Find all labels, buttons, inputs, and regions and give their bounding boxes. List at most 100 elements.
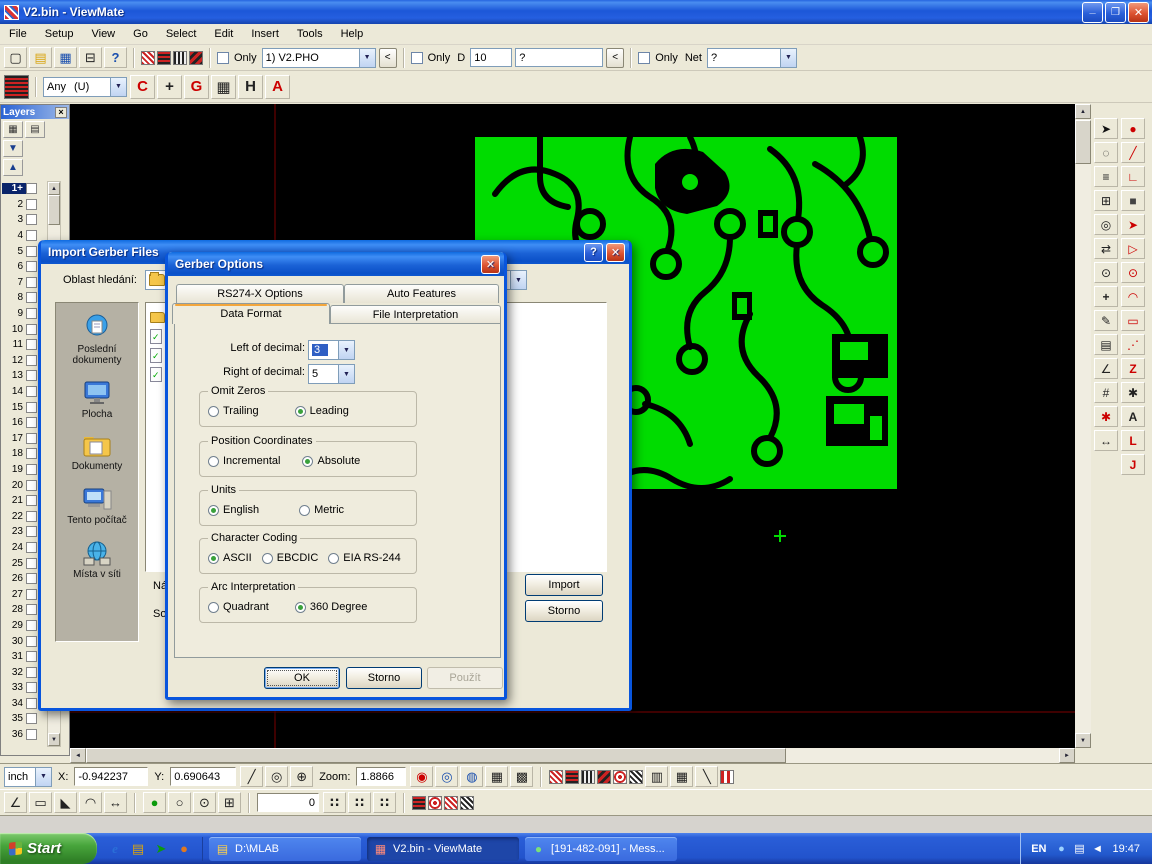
arrow-icon[interactable]: ➤ xyxy=(1121,214,1145,235)
arc-icon[interactable]: ◠ xyxy=(1121,286,1145,307)
gerber-close-button[interactable] xyxy=(481,255,500,274)
grid-icon[interactable]: ▦ xyxy=(211,75,236,99)
language-indicator[interactable]: EN xyxy=(1031,843,1046,855)
layer-visibility-box[interactable] xyxy=(26,604,37,615)
len-icon[interactable]: ↔ xyxy=(104,792,127,813)
task-messenger[interactable]: [191-482-091] - Mess... xyxy=(525,837,677,861)
layer-visibility-box[interactable] xyxy=(26,480,37,491)
title-bar[interactable]: V2.bin - ViewMate xyxy=(0,0,1152,24)
radio-eia-rs244[interactable]: EIA RS-244 xyxy=(328,552,400,564)
start-button[interactable]: Start xyxy=(0,833,97,864)
layer-visibility-box[interactable] xyxy=(26,464,37,475)
layers-close-icon[interactable] xyxy=(55,107,67,118)
only-layer-checkbox[interactable] xyxy=(217,52,229,64)
stack-icon[interactable]: ≡ xyxy=(1094,166,1118,187)
layer-visibility-box[interactable] xyxy=(26,199,37,210)
flip-icon[interactable]: ⇄ xyxy=(1094,238,1118,259)
layer-visibility-box[interactable] xyxy=(26,526,37,537)
go-icon[interactable]: ➤ xyxy=(151,839,171,859)
menu-edit[interactable]: Edit xyxy=(205,26,242,42)
radio-trailing[interactable]: Trailing xyxy=(208,405,259,417)
layer-visibility-box[interactable] xyxy=(26,246,37,257)
meas-icon[interactable]: ∠ xyxy=(1094,358,1118,379)
gear-icon[interactable]: ✱ xyxy=(1121,382,1145,403)
menu-help[interactable]: Help xyxy=(332,26,373,42)
layer-visibility-box[interactable] xyxy=(26,214,37,225)
sel-d-icon[interactable] xyxy=(189,51,203,65)
layer-visibility-box[interactable] xyxy=(26,324,37,335)
grid-4-icon[interactable]: ▦ xyxy=(670,766,693,787)
layer-row[interactable]: 3 xyxy=(2,212,46,228)
layer-move-down-icon[interactable] xyxy=(3,140,23,157)
scroll-right-icon[interactable] xyxy=(1059,748,1075,763)
origin-icon[interactable]: ⊕ xyxy=(290,766,313,787)
radio-incremental[interactable]: Incremental xyxy=(208,455,280,467)
place-my-computer[interactable]: Tento počítač xyxy=(58,486,136,526)
ok-button[interactable]: OK xyxy=(264,667,340,689)
sel-e-icon[interactable] xyxy=(4,75,29,99)
dropdown-arrow-icon[interactable] xyxy=(338,365,354,383)
dropdown-arrow-icon[interactable] xyxy=(35,768,51,786)
hook-icon[interactable]: J xyxy=(1121,454,1145,475)
dcode-query-input[interactable]: ? xyxy=(515,48,603,67)
pan-icon[interactable]: + xyxy=(1094,286,1118,307)
layer-table-icon[interactable] xyxy=(3,121,23,138)
pat-1-icon[interactable] xyxy=(444,796,458,810)
radio-absolute[interactable]: Absolute xyxy=(302,455,360,467)
layer-row[interactable]: 2 xyxy=(2,197,46,213)
layer-visibility-box[interactable] xyxy=(26,433,37,444)
layer-visibility-box[interactable] xyxy=(26,261,37,272)
place-desktop[interactable]: Plocha xyxy=(58,380,136,420)
canvas-vertical-scrollbar[interactable] xyxy=(1075,104,1091,748)
task-mlab[interactable]: D:\MLAB xyxy=(209,837,361,861)
layer-visibility-box[interactable] xyxy=(26,402,37,413)
layer-visibility-box[interactable] xyxy=(26,292,37,303)
layer-visibility-box[interactable] xyxy=(26,511,37,522)
tri-icon[interactable]: ▷ xyxy=(1121,238,1145,259)
import-button[interactable]: Import xyxy=(525,574,603,596)
gerber-dialog-titlebar[interactable]: Gerber Options xyxy=(168,252,504,276)
layer-row[interactable]: 35 xyxy=(2,711,46,727)
zoom-sm-icon[interactable]: ⊙ xyxy=(1094,262,1118,283)
layer-visibility-box[interactable] xyxy=(26,698,37,709)
tab-rs274x[interactable]: RS274-X Options xyxy=(176,284,344,303)
menu-view[interactable]: View xyxy=(82,26,124,42)
zig-icon[interactable]: Z xyxy=(1121,358,1145,379)
layer-visibility-box[interactable] xyxy=(26,417,37,428)
layer-visibility-box[interactable] xyxy=(26,230,37,241)
layer-visibility-box[interactable] xyxy=(26,573,37,584)
layer-visibility-box[interactable] xyxy=(26,651,37,662)
prev-layer-button[interactable]: < xyxy=(379,48,397,68)
letter-c-icon[interactable]: C xyxy=(130,75,155,99)
pat-7-icon[interactable] xyxy=(720,770,734,784)
layer-visibility-box[interactable] xyxy=(26,495,37,506)
count-field[interactable]: 0 xyxy=(257,793,319,812)
place-network[interactable]: Místa v síti xyxy=(58,540,136,580)
move-icon[interactable]: + xyxy=(157,75,182,99)
left-of-decimal-select[interactable]: 3 xyxy=(308,340,355,360)
probe2-icon[interactable]: ⊙ xyxy=(193,792,216,813)
layer-visibility-box[interactable] xyxy=(26,542,37,553)
help-button[interactable]: ? xyxy=(584,243,603,262)
dotgrid-2-icon[interactable]: ∷ xyxy=(348,792,371,813)
dot-icon[interactable]: ● xyxy=(1121,118,1145,139)
radio-metric[interactable]: Metric xyxy=(299,504,344,516)
layer-row[interactable]: 36 xyxy=(2,727,46,743)
layer-row[interactable]: 1+ xyxy=(2,181,46,197)
dropdown-arrow-icon[interactable] xyxy=(780,49,796,67)
layer-visibility-box[interactable] xyxy=(26,682,37,693)
folder-icon[interactable]: ▤ xyxy=(128,839,148,859)
zoom-in-icon[interactable]: ◉ xyxy=(410,766,433,787)
pat-1-icon[interactable] xyxy=(549,770,563,784)
grid-1-icon[interactable]: ▦ xyxy=(485,766,508,787)
ie-icon[interactable]: e xyxy=(105,839,125,859)
layer-move-up-icon[interactable] xyxy=(3,159,23,176)
radio-english[interactable]: English xyxy=(208,504,259,516)
rect-icon[interactable]: ▭ xyxy=(1121,310,1145,331)
scroll-down-icon[interactable] xyxy=(48,733,60,746)
prev-dcode-button[interactable]: < xyxy=(606,48,624,68)
diag-icon[interactable]: ╱ xyxy=(240,766,263,787)
layer-list-icon[interactable] xyxy=(25,121,45,138)
tab-data-format[interactable]: Data Format xyxy=(172,303,330,324)
layer-visibility-box[interactable] xyxy=(26,558,37,569)
